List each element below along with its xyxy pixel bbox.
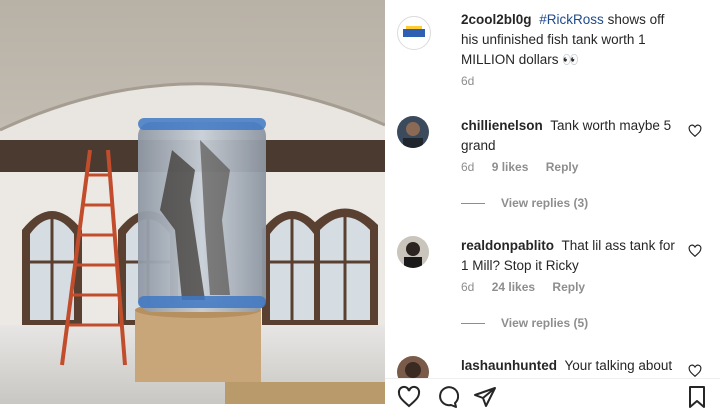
view-replies-button[interactable]: View replies (5): [461, 316, 588, 330]
replies-divider: [461, 203, 485, 205]
comment-text: realdonpablito That lil ass tank for 1 M…: [461, 236, 680, 276]
post-image[interactable]: [0, 0, 385, 404]
comment-meta: 6d 9 likes Reply: [461, 160, 592, 174]
comment-username[interactable]: lashaunhunted: [461, 358, 557, 373]
comment-likes[interactable]: 24 likes: [492, 280, 535, 294]
action-bar: [385, 378, 720, 408]
comment-likes[interactable]: 9 likes: [492, 160, 529, 174]
caption-time: 6d: [461, 74, 488, 88]
comment-item: chillienelson Tank worth maybe 5 grand 6…: [397, 114, 710, 214]
heart-icon[interactable]: [397, 385, 421, 409]
caption-timestamp: 6d: [461, 74, 475, 88]
post-caption: 2cool2bl0g #RickRoss shows off his unfin…: [397, 10, 710, 95]
avatar[interactable]: [397, 236, 429, 268]
caption-text: 2cool2bl0g #RickRoss shows off his unfin…: [461, 10, 680, 70]
share-icon[interactable]: [473, 385, 497, 409]
comment-text: chillienelson Tank worth maybe 5 grand: [461, 116, 680, 156]
comment-username[interactable]: realdonpablito: [461, 238, 554, 253]
like-heart-icon[interactable]: [688, 244, 702, 258]
comment-meta: 6d 24 likes Reply: [461, 280, 599, 294]
reply-button[interactable]: Reply: [546, 160, 579, 174]
eyes-emoji: 👀: [562, 52, 580, 67]
replies-divider: [461, 323, 485, 325]
reply-button[interactable]: Reply: [552, 280, 585, 294]
hashtag-link[interactable]: #RickRoss: [539, 12, 604, 27]
comment-body: Your talking about: [564, 358, 673, 373]
avatar[interactable]: [397, 16, 431, 50]
avatar[interactable]: [397, 116, 429, 148]
comment-icon[interactable]: [435, 385, 459, 409]
like-heart-icon[interactable]: [688, 124, 702, 138]
save-icon[interactable]: [685, 385, 709, 409]
comment-item: realdonpablito That lil ass tank for 1 M…: [397, 234, 710, 334]
like-heart-icon[interactable]: [688, 364, 702, 378]
view-replies-button[interactable]: View replies (3): [461, 196, 588, 210]
view-replies-label: View replies (5): [501, 316, 589, 330]
caption-username[interactable]: 2cool2bl0g: [461, 12, 532, 27]
comments-panel: 2cool2bl0g #RickRoss shows off his unfin…: [385, 0, 720, 404]
comment-time: 6d: [461, 160, 475, 174]
comment-text: lashaunhunted Your talking about: [461, 356, 680, 376]
comment-username[interactable]: chillienelson: [461, 118, 543, 133]
comment-time: 6d: [461, 280, 475, 294]
fish-tank-photo: [0, 0, 385, 404]
view-replies-label: View replies (3): [501, 196, 589, 210]
